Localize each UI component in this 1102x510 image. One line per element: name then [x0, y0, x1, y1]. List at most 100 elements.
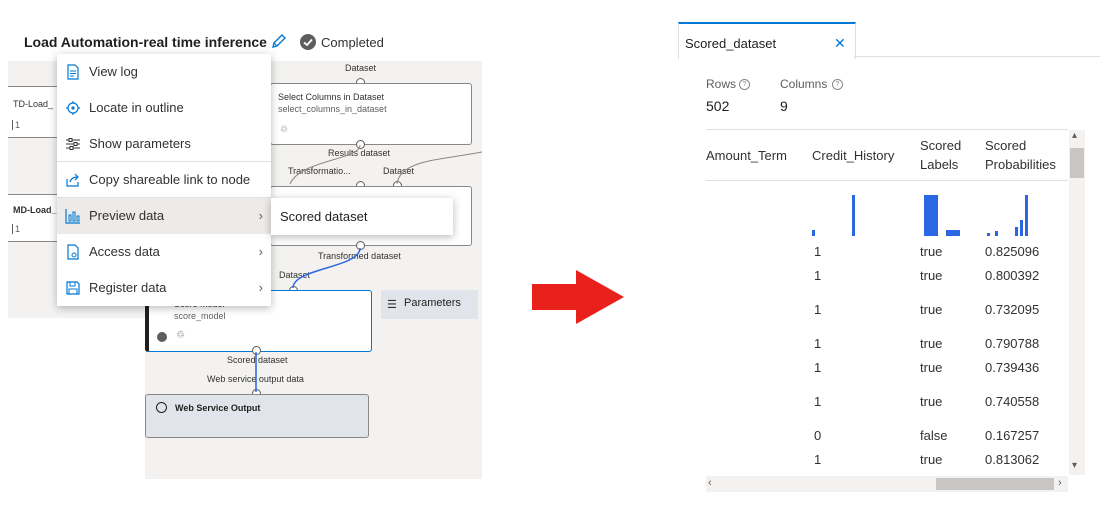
table-cell: true — [920, 268, 943, 283]
info-icon[interactable]: ? — [739, 79, 750, 90]
table-row[interactable]: 1 true 0.813062 — [706, 452, 1066, 470]
chevron-right-icon: › — [258, 280, 263, 295]
parameters-icon: ☰ — [387, 299, 397, 311]
table-cell: 1 — [814, 394, 822, 409]
horizontal-scrollbar[interactable]: ‹ › — [706, 476, 1068, 492]
table-cell: 0 — [814, 428, 822, 443]
chevron-down-icon[interactable]: ▾ — [1072, 460, 1077, 471]
menu-item-preview-data[interactable]: Preview data › — [57, 198, 271, 234]
column-header-credit-history[interactable]: Credit_History — [812, 146, 894, 165]
tab-strip-divider — [854, 56, 1100, 57]
column-header-scored-labels[interactable]: Scored Labels — [920, 136, 961, 174]
vertical-scrollbar[interactable]: ▴ ▾ — [1069, 130, 1085, 475]
table-row[interactable]: 1 true 0.790788 — [706, 336, 1066, 354]
table-cell: 0.167257 — [985, 428, 1040, 443]
table-cell: 1 — [814, 302, 822, 317]
menu-item-show-parameters[interactable]: Show parameters — [57, 126, 271, 162]
table-row[interactable]: 1 true 0.732095 — [706, 302, 1066, 320]
parameters-icon — [66, 138, 80, 150]
tab-label: Scored_dataset — [685, 36, 777, 51]
info-icon[interactable]: ? — [832, 79, 843, 90]
table-cell: 1 — [814, 452, 822, 467]
table-cell: 0.790788 — [985, 336, 1040, 351]
file-access-icon — [67, 244, 79, 260]
submenu-item-scored-dataset[interactable]: Scored dataset — [280, 209, 367, 224]
scrollbar-thumb[interactable] — [936, 478, 1054, 490]
document-icon — [67, 64, 79, 80]
menu-item-label: Register data — [89, 280, 167, 295]
histogram-bar — [987, 233, 990, 236]
table-cell: true — [920, 394, 943, 409]
column-header-line: Probabilities — [985, 157, 1056, 172]
column-header-line: Credit_History — [812, 148, 895, 163]
histogram-scored-probabilities — [985, 190, 1035, 236]
table-cell: 0.813062 — [985, 452, 1040, 467]
column-header-line: Labels — [920, 157, 959, 172]
histogram-bar — [995, 231, 998, 236]
parameters-button[interactable]: ☰ Parameters — [381, 290, 478, 319]
table-cell: 0.740558 — [985, 394, 1040, 409]
table-cell: 1 — [814, 336, 822, 351]
table-cell: true — [920, 302, 943, 317]
histogram-bar — [1020, 220, 1023, 236]
table-cell: 0.825096 — [985, 244, 1040, 259]
histogram-scored-labels — [920, 190, 970, 236]
column-header-scored-probabilities[interactable]: Scored Probabilities — [985, 136, 1056, 174]
scrollbar-thumb[interactable] — [1070, 148, 1084, 178]
parameters-label: Parameters — [404, 297, 461, 309]
histogram-bar — [924, 195, 938, 236]
histogram-bar — [1015, 227, 1018, 236]
tab-scored-dataset[interactable]: Scored_dataset ✕ — [678, 22, 856, 59]
rows-value: 502 — [706, 98, 730, 114]
menu-item-locate-in-outline[interactable]: Locate in outline — [57, 90, 271, 126]
menu-item-access-data[interactable]: Access data › — [57, 234, 271, 270]
menu-item-label: Preview data — [89, 208, 165, 223]
menu-item-register-data[interactable]: Register data › — [57, 270, 271, 306]
close-icon[interactable]: ✕ — [834, 35, 846, 52]
menu-item-view-log[interactable]: View log — [57, 54, 271, 90]
table-cell: 1 — [814, 268, 822, 283]
table-cell: 0.800392 — [985, 268, 1040, 283]
columns-label: Columns — [780, 77, 828, 91]
columns-value: 9 — [780, 98, 788, 114]
histogram-credit-history — [812, 190, 862, 236]
table-row[interactable]: 1 true 0.825096 — [706, 244, 1066, 262]
context-menu: View log Locate in outline Show paramete… — [57, 54, 271, 306]
header-bottom-divider — [706, 180, 1068, 181]
column-header-line: Scored — [920, 138, 962, 153]
menu-item-label: Show parameters — [89, 136, 191, 151]
menu-item-label: View log — [89, 64, 138, 79]
share-icon — [66, 173, 79, 187]
table-row[interactable]: 0 false 0.167257 — [706, 428, 1066, 446]
menu-item-label: Locate in outline — [89, 100, 184, 115]
preview-data-submenu: Scored dataset — [271, 198, 453, 235]
rows-label: Rows — [706, 77, 737, 91]
column-header-amount-term[interactable]: Amount_Term — [706, 146, 787, 165]
menu-item-label: Access data — [89, 244, 160, 259]
chevron-right-icon: › — [258, 244, 263, 259]
histogram-bar — [812, 230, 815, 236]
table-row[interactable]: 1 true 0.800392 — [706, 268, 1066, 286]
table-cell: false — [920, 428, 948, 443]
table-cell: 1 — [814, 244, 822, 259]
table-row[interactable]: 1 true 0.739436 — [706, 360, 1066, 378]
table-row[interactable]: 1 true 0.740558 — [706, 394, 1066, 412]
red-arrow-icon — [532, 270, 624, 324]
chevron-right-icon[interactable]: › — [1058, 477, 1062, 489]
chevron-left-icon[interactable]: ‹ — [708, 477, 712, 489]
menu-item-label: Copy shareable link to node — [89, 172, 251, 187]
histogram-bar — [852, 195, 855, 236]
menu-item-copy-shareable-link[interactable]: Copy shareable link to node — [57, 162, 271, 198]
table-cell: true — [920, 360, 943, 375]
column-header-line: Amount_Term — [706, 148, 787, 163]
table-cell: true — [920, 452, 943, 467]
chevron-up-icon[interactable]: ▴ — [1072, 130, 1077, 141]
table-cell: 0.739436 — [985, 360, 1040, 375]
histogram-bar — [1025, 195, 1028, 236]
locate-icon — [66, 101, 80, 115]
table-cell: true — [920, 336, 943, 351]
table-cell: 0.732095 — [985, 302, 1040, 317]
table-top-divider — [706, 129, 1068, 130]
histogram-bar — [946, 230, 960, 236]
table-cell: 1 — [814, 360, 822, 375]
